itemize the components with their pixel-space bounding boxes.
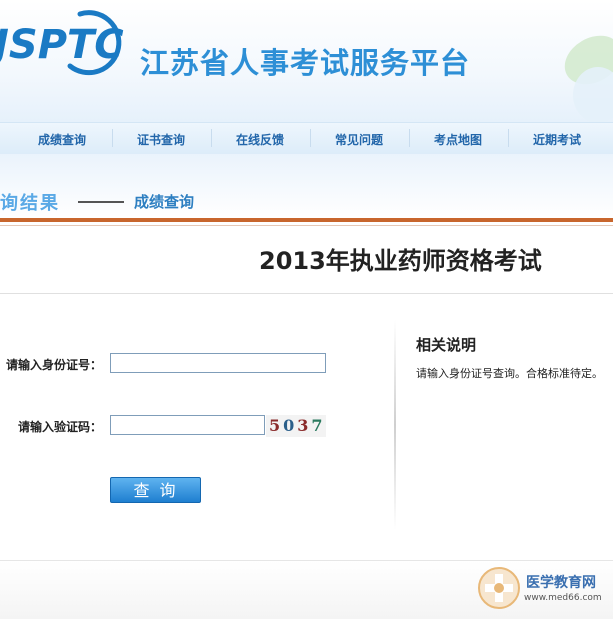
title-separator (0, 293, 613, 294)
captcha-digit: 0 (283, 416, 298, 435)
id-number-input[interactable] (110, 353, 326, 373)
nav-divider (211, 129, 212, 147)
captcha-digit: 3 (297, 416, 312, 435)
breadcrumb-bar (0, 154, 613, 218)
captcha-input[interactable] (110, 415, 265, 435)
watermark-name: 医学教育网 (526, 575, 596, 591)
side-description: 请输入身份证号查询。合格标准待定。 (416, 367, 603, 380)
section-divider-thin (0, 225, 613, 226)
nav-item-score-query[interactable]: 成绩查询 (38, 131, 86, 148)
captcha-digit: 5 (269, 416, 284, 435)
nav-divider (508, 129, 509, 147)
query-button[interactable]: 查询 (110, 477, 201, 503)
med66-logo-icon (478, 567, 520, 609)
watermark-url: www.med66.com (524, 593, 602, 603)
nav-divider (112, 129, 113, 147)
site-header: JSPTC 江苏省人事考试服务平台 (0, 0, 613, 122)
leaf-decoration-icon (564, 35, 613, 122)
captcha-digit: 7 (311, 416, 326, 435)
breadcrumb-current: 成绩查询 (134, 193, 195, 211)
nav-item-certificate-query[interactable]: 证书查询 (137, 131, 185, 148)
breadcrumb-section: 询结果 (0, 193, 60, 214)
footer (0, 561, 613, 619)
id-number-label: 请输入身份证号： (6, 358, 103, 372)
site-title: 江苏省人事考试服务平台 (140, 46, 471, 80)
captcha-label: 请输入验证码： (18, 420, 103, 434)
nav-divider (310, 129, 311, 147)
main-nav: 成绩查询 证书查询 在线反馈 常见问题 考点地图 近期考试 (0, 122, 613, 155)
nav-item-online-feedback[interactable]: 在线反馈 (236, 131, 284, 148)
exam-title: 2013年执业药师资格考试 (259, 247, 542, 275)
vertical-divider (394, 320, 396, 530)
captcha-image[interactable]: 5037 (266, 415, 326, 437)
logo-arc-icon (67, 10, 122, 76)
breadcrumb-dash (78, 201, 124, 203)
nav-divider (409, 129, 410, 147)
side-title: 相关说明 (416, 336, 477, 354)
nav-item-faq[interactable]: 常见问题 (335, 131, 383, 148)
nav-item-recent-exams[interactable]: 近期考试 (533, 131, 581, 148)
section-divider (0, 218, 613, 222)
nav-item-site-map[interactable]: 考点地图 (434, 131, 482, 148)
